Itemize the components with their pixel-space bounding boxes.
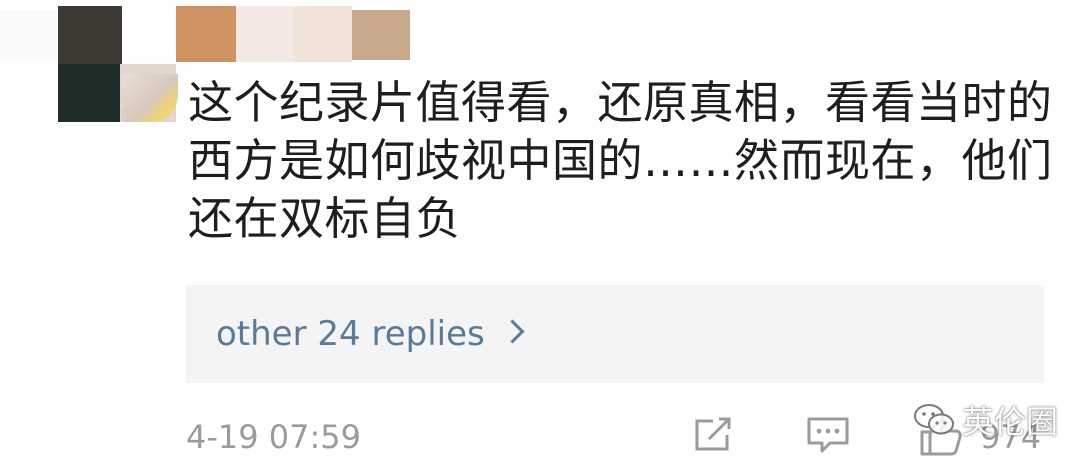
mosaic-block	[58, 64, 120, 122]
comment-icon	[807, 417, 849, 453]
mosaic-block	[176, 6, 236, 62]
mosaic-block	[58, 6, 122, 64]
mosaic-block	[0, 10, 58, 60]
view-replies-button[interactable]: other 24 replies	[186, 285, 1044, 383]
share-button[interactable]	[693, 417, 733, 453]
mosaic-block	[352, 10, 410, 60]
share-icon	[695, 417, 731, 451]
chevron-right-icon	[500, 319, 525, 344]
comment-line: 还在双标自负	[188, 192, 462, 245]
replies-link-label: other 24 replies	[216, 314, 485, 354]
comment-line: 这个纪录片值得看，还原真相，看看当时的	[188, 76, 1053, 129]
comment-timestamp: 4-19 07:59	[186, 418, 362, 456]
comment-line: 西方是如何歧视中国的……然而现在，他们	[188, 134, 1053, 187]
comment-card: 这个纪录片值得看，还原真相，看看当时的 西方是如何歧视中国的……然而现在，他们 …	[0, 0, 1080, 468]
watermark: 英伦圈	[912, 400, 1059, 441]
reply-button[interactable]	[806, 416, 850, 454]
comment-body: 这个纪录片值得看，还原真相，看看当时的 西方是如何歧视中国的……然而现在，他们 …	[188, 74, 1053, 248]
mosaic-block	[236, 6, 294, 62]
mosaic-block	[294, 6, 352, 62]
wechat-icon	[914, 404, 954, 435]
watermark-text: 英伦圈	[962, 403, 1059, 441]
